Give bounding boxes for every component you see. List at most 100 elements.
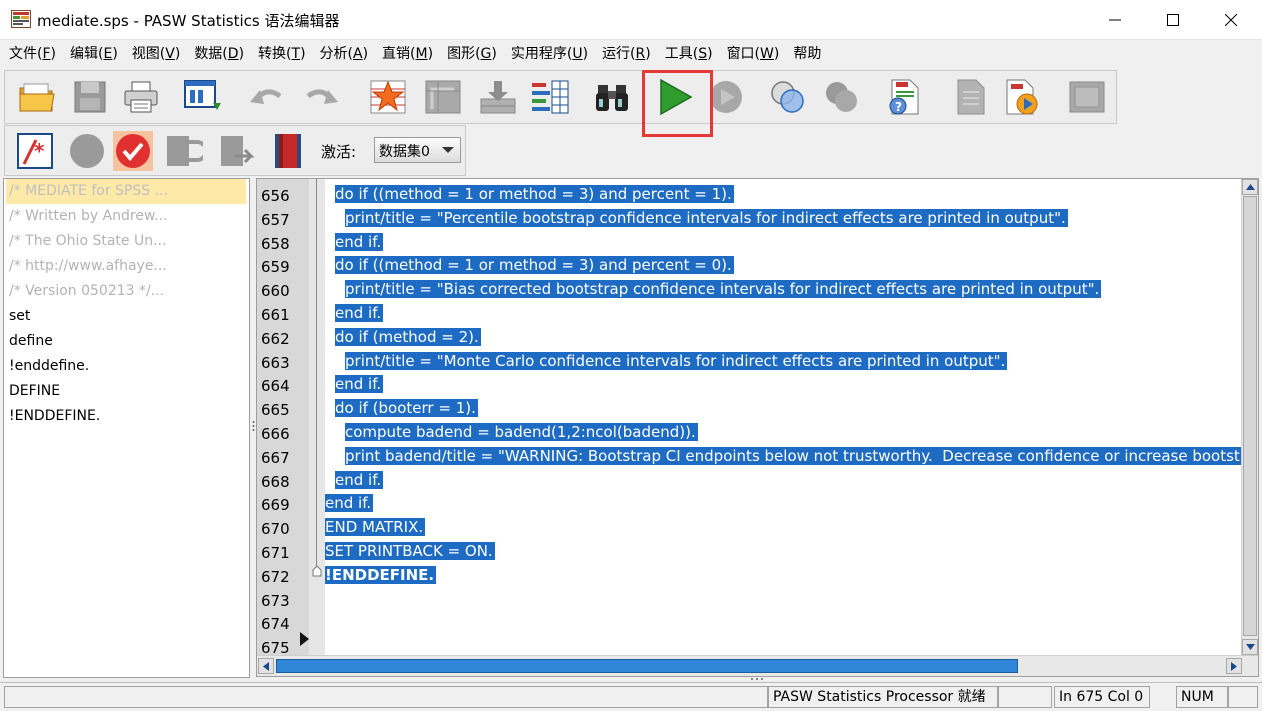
menu-data[interactable]: 数据(D): [187, 40, 251, 68]
vertical-scrollbar[interactable]: [1241, 179, 1258, 655]
syntax-editor[interactable]: 656 657 658 659 660 661 662 663 664 665 666 667 668 6…: [256, 178, 1259, 677]
line-number: 660: [261, 282, 290, 301]
dataset-select-value: 数据集0: [379, 144, 430, 160]
code-line[interactable]: print badend/title = "WARNING: Bootstrap…: [345, 445, 1242, 469]
status-position: In 675 Col 0: [1054, 686, 1150, 708]
code-text: END MATRIX.: [325, 518, 426, 537]
menu-utilities[interactable]: 实用程序(U): [504, 40, 595, 68]
document-button[interactable]: [949, 76, 991, 118]
stop-icon: [710, 81, 742, 113]
activate-label: 激活:: [321, 143, 357, 161]
menu-tools[interactable]: 工具(S): [658, 40, 720, 68]
menu-analyze[interactable]: 分析(A): [313, 40, 376, 68]
bottom-splitter-handle[interactable]: [750, 677, 764, 681]
menu-edit[interactable]: 编辑(E): [63, 40, 125, 68]
bookmark-next-button[interactable]: [215, 130, 257, 172]
bookmark-add-button[interactable]: [163, 130, 205, 172]
scroll-up-button[interactable]: [1242, 179, 1258, 195]
printer-icon: [124, 81, 158, 113]
navigation-pane[interactable]: /* MEDIATE for SPSS ... /* Written by An…: [3, 178, 250, 678]
code-line[interactable]: compute badend = badend(1,2:ncol(badend)…: [345, 421, 698, 445]
line-number: 671: [261, 544, 290, 562]
nav-item[interactable]: /* Written by Andrew...: [4, 204, 249, 229]
vertical-scroll-thumb[interactable]: [1243, 196, 1257, 636]
horizontal-scroll-thumb[interactable]: [276, 659, 1018, 673]
code-line[interactable]: end if.: [335, 302, 384, 326]
breakpoint-button[interactable]: [66, 130, 108, 172]
code-line[interactable]: end if.: [335, 231, 384, 255]
recall-dialog-button[interactable]: [182, 76, 224, 118]
menu-transform[interactable]: 转换(T): [251, 40, 313, 68]
nav-item[interactable]: /* MEDIATE for SPSS ...: [6, 179, 246, 204]
code-text: end if.: [325, 494, 374, 513]
code-line[interactable]: end if.: [335, 469, 384, 493]
menu-view[interactable]: 视图(V): [125, 40, 188, 68]
step-button[interactable]: [767, 76, 809, 118]
title-bar: mediate.sps - PASW Statistics 语法编辑器: [0, 0, 1262, 40]
close-icon: [1225, 14, 1237, 26]
run-script-button[interactable]: [1001, 76, 1043, 118]
window-button[interactable]: [1066, 76, 1108, 118]
code-line[interactable]: END MATRIX.: [325, 516, 426, 540]
line-number: 674: [261, 615, 290, 634]
nav-item[interactable]: DEFINE: [4, 379, 249, 404]
goto-variable-button[interactable]: [422, 76, 464, 118]
comment-button[interactable]: *: [14, 130, 56, 172]
code-line[interactable]: do if (booterr = 1).: [335, 397, 478, 421]
window-title: mediate.sps - PASW Statistics 语法编辑器: [37, 12, 340, 30]
arrow-down-icon: [1245, 644, 1255, 650]
scroll-down-button[interactable]: [1242, 639, 1258, 655]
find-button[interactable]: [591, 76, 633, 118]
scroll-left-button[interactable]: [258, 658, 274, 674]
nav-item[interactable]: /* Version 050213 */...: [4, 279, 249, 304]
variables-button[interactable]: [529, 76, 571, 118]
code-line[interactable]: do if ((method = 1 or method = 3) and pe…: [335, 254, 734, 278]
comment-toggle-icon: *: [17, 133, 53, 169]
menu-direct-marketing[interactable]: 直销(M): [375, 40, 440, 68]
nav-item[interactable]: !ENDDEFINE.: [4, 404, 249, 429]
validate-button[interactable]: [112, 130, 154, 172]
variable-grid-icon: [425, 80, 461, 114]
code-line[interactable]: end if.: [325, 492, 374, 516]
code-area[interactable]: do if ((method = 1 or method = 3) and pe…: [325, 179, 1242, 655]
save-button[interactable]: [69, 76, 111, 118]
maximize-icon: [1167, 14, 1179, 26]
open-button[interactable]: [16, 76, 58, 118]
menu-graphs[interactable]: 图形(G): [440, 40, 504, 68]
code-line[interactable]: print/title = "Bias corrected bootstrap …: [345, 278, 1102, 302]
line-number: 662: [261, 329, 290, 348]
menu-file[interactable]: 文件(F): [2, 40, 63, 68]
nav-item[interactable]: define: [4, 329, 249, 354]
menu-help[interactable]: 帮助: [786, 40, 828, 68]
scroll-right-button[interactable]: [1226, 658, 1242, 674]
code-line[interactable]: print/title = "Percentile bootstrap conf…: [345, 207, 1068, 231]
nav-item[interactable]: /* http://www.afhaye...: [4, 254, 249, 279]
close-button[interactable]: [1202, 0, 1260, 40]
menu-window[interactable]: 窗口(W): [720, 40, 787, 68]
code-line[interactable]: do if ((method = 1 or method = 3) and pe…: [335, 183, 734, 207]
code-line[interactable]: !ENDDEFINE.: [325, 564, 437, 588]
menu-run[interactable]: 运行(R): [595, 40, 658, 68]
undo-button[interactable]: [245, 76, 287, 118]
code-line[interactable]: print/title = "Monte Carlo confidence in…: [345, 350, 1008, 374]
syntax-help-button[interactable]: ?: [883, 76, 925, 118]
bookmarks-button[interactable]: [267, 130, 309, 172]
goto-case-button[interactable]: [367, 76, 409, 118]
code-line[interactable]: SET PRINTBACK = ON.: [325, 540, 495, 564]
horizontal-scrollbar[interactable]: [257, 655, 1258, 676]
maximize-button[interactable]: [1144, 0, 1202, 40]
print-button[interactable]: [120, 76, 162, 118]
insert-cases-button[interactable]: [477, 76, 519, 118]
minimize-button[interactable]: [1086, 0, 1144, 40]
line-number: 664: [261, 377, 290, 396]
nav-item[interactable]: !enddefine.: [4, 354, 249, 379]
nav-item[interactable]: set: [4, 304, 249, 329]
redo-button[interactable]: [301, 76, 343, 118]
code-text: SET PRINTBACK = ON.: [325, 542, 495, 560]
code-line[interactable]: do if (method = 2).: [335, 326, 481, 350]
code-line[interactable]: end if.: [335, 373, 384, 397]
nav-item[interactable]: /* The Ohio State Un...: [4, 229, 249, 254]
dataset-select[interactable]: 数据集0: [374, 137, 461, 163]
gray-document-icon: [957, 79, 985, 115]
continue-button[interactable]: [821, 76, 863, 118]
